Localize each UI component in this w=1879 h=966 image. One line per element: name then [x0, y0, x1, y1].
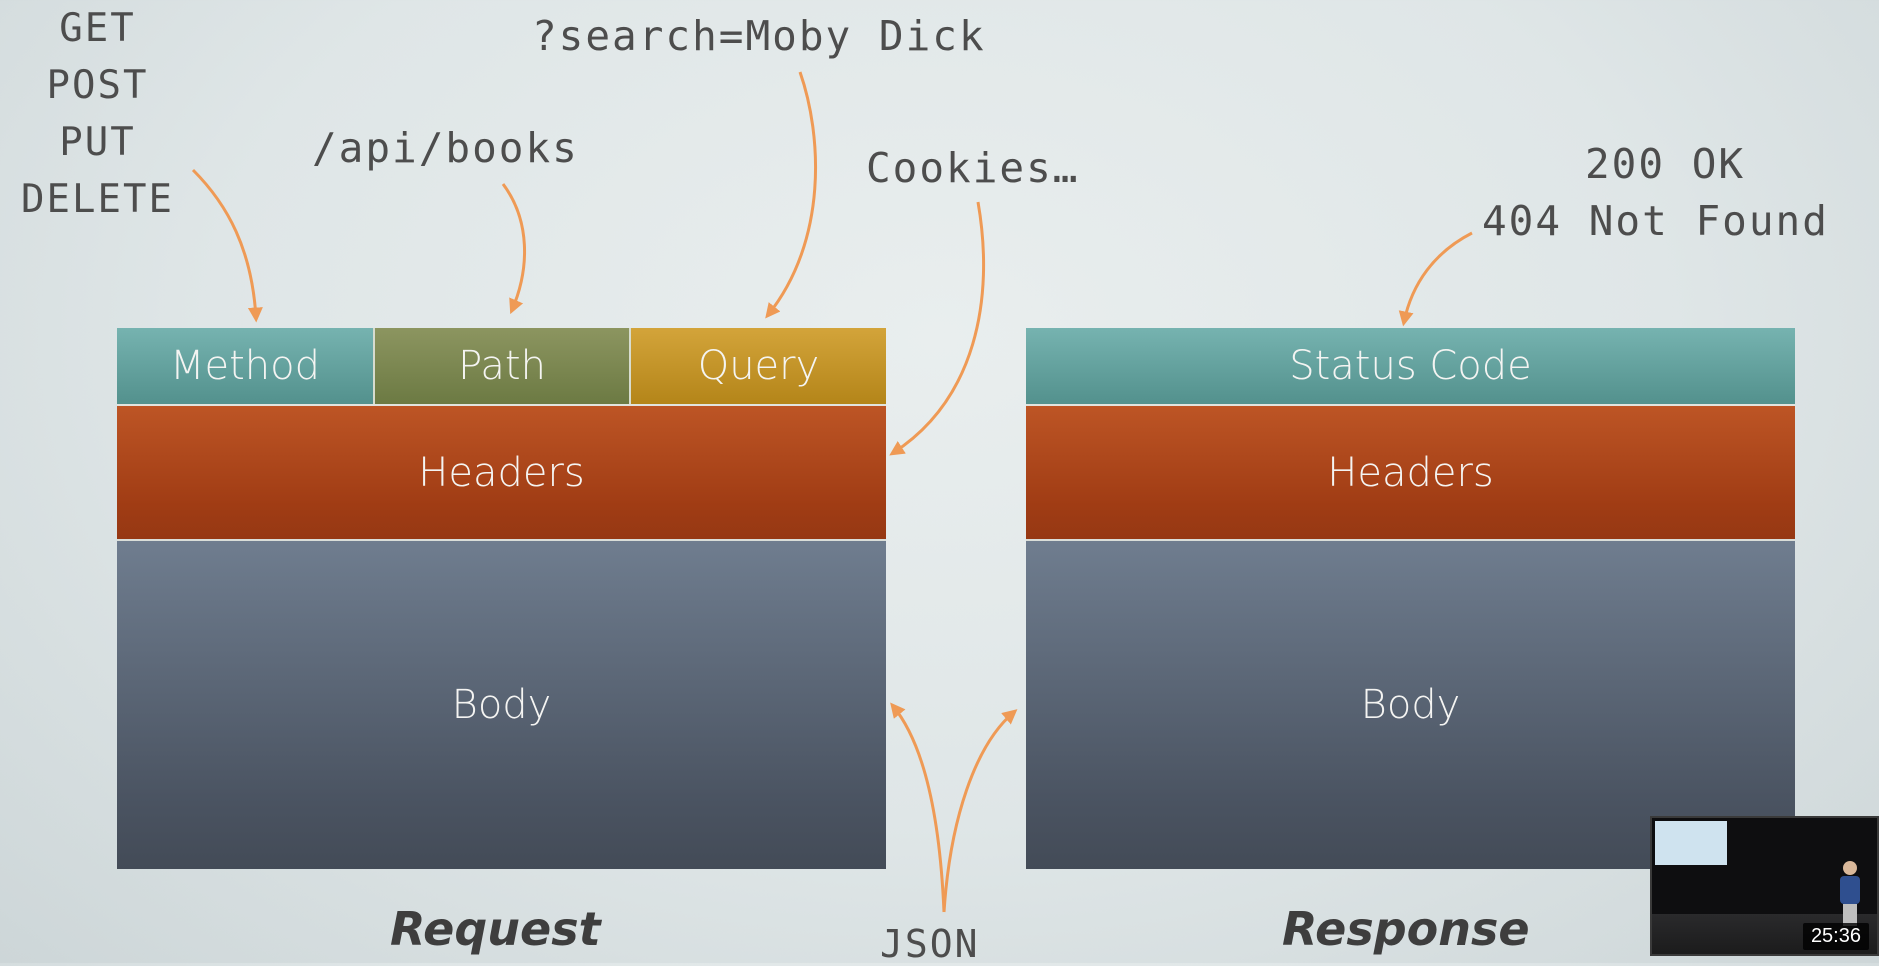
- arrow-query: [765, 71, 818, 319]
- thumbnail-screen: [1655, 821, 1727, 865]
- arrow-json-request: [890, 702, 946, 913]
- arrow-cookies: [889, 201, 986, 456]
- video-thumbnail[interactable]: 25:36: [1650, 816, 1879, 956]
- arrow-path: [501, 183, 526, 315]
- arrow-json-response: [942, 709, 1018, 913]
- arrow-method: [191, 168, 263, 323]
- speaker-icon: [1840, 861, 1860, 926]
- annotation-arrows: [191, 71, 1473, 913]
- video-timestamp: 25:36: [1802, 923, 1869, 950]
- arrow-status: [1398, 231, 1473, 327]
